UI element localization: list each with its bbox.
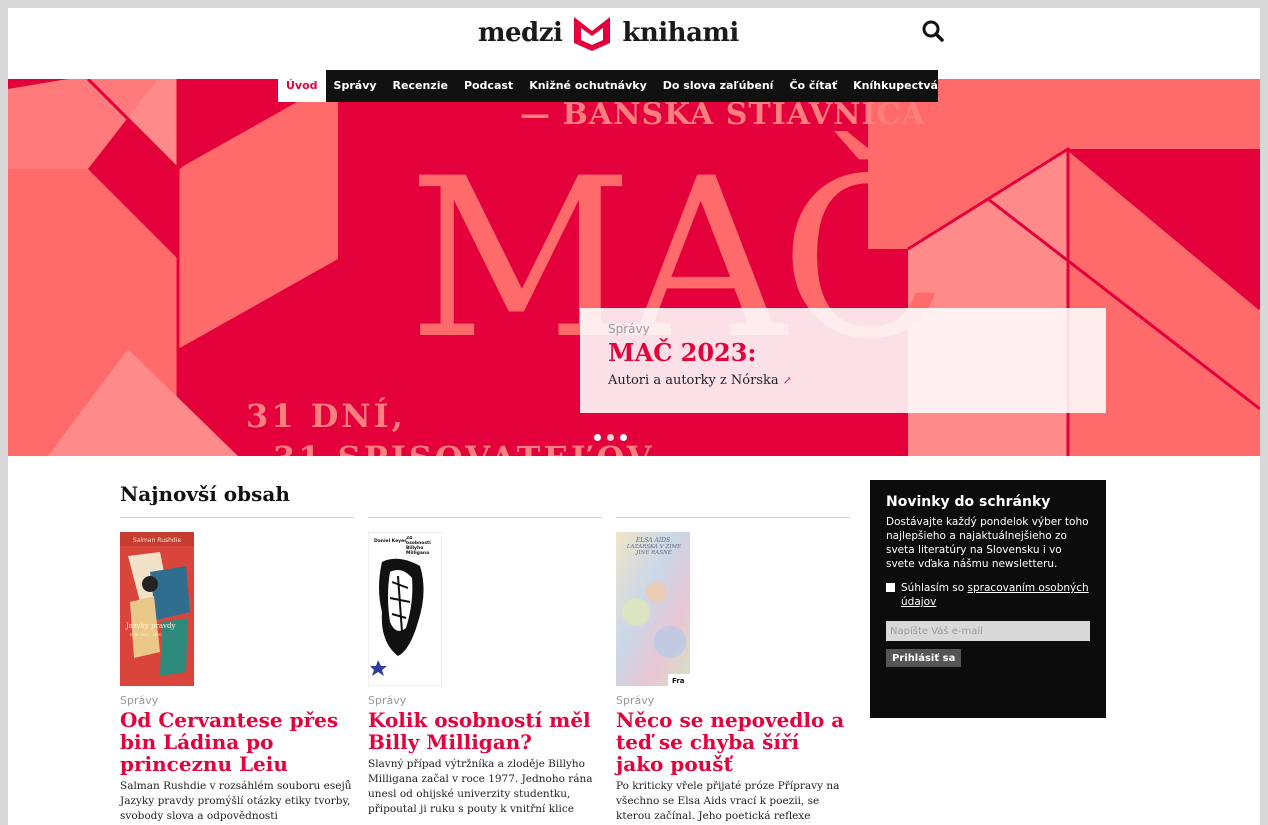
hero-card-link[interactable]: Autori a autorky z Nórska ↗ xyxy=(608,373,1078,388)
article-excerpt: Po kriticky vřele přijaté próze Přípravy… xyxy=(616,780,840,822)
carousel-dot-1[interactable] xyxy=(594,434,601,441)
cover-publisher: Fra xyxy=(672,677,685,685)
logo-word-right: knihami xyxy=(622,18,739,48)
article-title[interactable]: Kolik osobností měl Billy Milligan? xyxy=(368,709,602,753)
hero-carousel[interactable]: — BANSKÁ ŠTIAVNICA MAČ 31 DNÍ, 31 SPISOV… xyxy=(8,79,1260,456)
cover-author: ELSA AIDS xyxy=(635,537,670,544)
hero-card-title[interactable]: MAČ 2023: xyxy=(608,338,1078,367)
nav-item-spravy[interactable]: Správy xyxy=(326,70,385,102)
book-cover-image[interactable]: Daniel Keyes 24 osobností Billyho Millig… xyxy=(368,532,442,686)
hero-subtitle: — BANSKÁ ŠTIAVNICA xyxy=(520,97,926,132)
carousel-dot-3[interactable] xyxy=(620,434,627,441)
hero-card-subtitle: Autori a autorky z Nórska xyxy=(608,373,779,388)
nav-item-kníhkupectva[interactable]: Kníhkupectvá xyxy=(845,70,946,102)
article-card[interactable]: ELSA AIDS LAZARSKÁ V ZIMĚ JINÉ RASNÉ Fra… xyxy=(616,532,850,824)
cover-author: Salman Rushdie xyxy=(133,537,181,544)
hero-card-category[interactable]: Správy xyxy=(608,322,1078,336)
newsletter-box: Novinky do schránky Dostávajte každý pon… xyxy=(870,480,1106,718)
divider xyxy=(120,517,354,518)
book-cover-image[interactable]: Salman Rushdie Jazyky pravdy EJEJE 2003 … xyxy=(120,532,194,686)
logo-word-left: medzi xyxy=(478,18,563,48)
nav-item-knizne-ochutnavky[interactable]: Knižné ochutnávky xyxy=(521,70,655,102)
nav-item-recenzie[interactable]: Recenzie xyxy=(385,70,456,102)
cover-title: LAZARSKÁ V ZIMĚ JINÉ RASNÉ xyxy=(626,544,682,556)
cover-title: 24 osobností Billyho Milligana xyxy=(406,536,431,556)
article-title[interactable]: Něco se nepovedlo a teď se chyba šíří ja… xyxy=(616,709,850,775)
cover-author: Daniel Keyes xyxy=(374,538,407,544)
hero-featured-card[interactable]: Správy MAČ 2023: Autori a autorky z Nórs… xyxy=(580,308,1106,413)
newsletter-email-input[interactable] xyxy=(886,621,1090,641)
consent-checkbox[interactable] xyxy=(886,583,895,592)
site-logo[interactable]: medzi knihami xyxy=(478,10,739,56)
newsletter-title: Novinky do schránky xyxy=(886,494,1051,510)
book-cover-image[interactable]: ELSA AIDS LAZARSKÁ V ZIMĚ JINÉ RASNÉ Fra xyxy=(616,532,690,686)
carousel-dot-2[interactable] xyxy=(607,434,614,441)
carousel-dots xyxy=(594,434,627,441)
latest-section-title: Najnovší obsah xyxy=(120,482,290,506)
nav-item-podcast[interactable]: Podcast xyxy=(456,70,521,102)
article-category[interactable]: Správy xyxy=(368,694,602,707)
nav-item-co-citat[interactable]: Čo čítať xyxy=(781,70,845,102)
hero-bottom-line-1: 31 DNÍ, xyxy=(246,397,406,435)
consent-prefix: Súhlasím so xyxy=(901,582,965,594)
newsletter-subscribe-button[interactable]: Prihlásiť sa xyxy=(886,649,962,667)
article-card[interactable]: Daniel Keyes 24 osobností Billyho Millig… xyxy=(368,532,602,817)
article-excerpt: Salman Rushdie v rozsáhlém souboru esejů… xyxy=(120,780,352,822)
article-excerpt: Slavný případ výtržníka a zloděje Billyh… xyxy=(368,758,593,815)
divider xyxy=(368,517,602,518)
search-icon xyxy=(922,20,944,42)
divider xyxy=(616,517,850,518)
nav-item-uvod[interactable]: Úvod xyxy=(278,70,326,102)
article-title[interactable]: Od Cervantese přes bin Ládina po princez… xyxy=(120,709,354,775)
main-nav: Úvod Správy Recenzie Podcast Knižné ochu… xyxy=(278,70,938,102)
consent-label: Súhlasím so spracovaním osobných údajov xyxy=(901,581,1090,609)
external-arrow-icon: ↗ xyxy=(782,374,792,387)
article-category[interactable]: Správy xyxy=(616,694,850,707)
hero-bottom-line-2: 31 SPISOVATEĽOV xyxy=(273,439,655,456)
search-button[interactable] xyxy=(920,18,946,44)
nav-item-do-slova-zalubeni[interactable]: Do slova zaľúbení xyxy=(655,70,782,102)
newsletter-description: Dostávajte každý pondelok výber toho naj… xyxy=(886,516,1089,570)
article-card[interactable]: Salman Rushdie Jazyky pravdy EJEJE 2003 … xyxy=(120,532,354,824)
cover-title: Jazyky pravdy xyxy=(125,622,175,630)
cover-years: EJEJE 2003 – 2020 xyxy=(130,633,162,637)
logo-mark-icon xyxy=(574,17,611,51)
newsletter-consent: Súhlasím so spracovaním osobných údajov xyxy=(886,581,1090,609)
page: medzi knihami — BANSKÁ ŠTIAVNICA MAČ 31 … xyxy=(8,8,1260,825)
article-category[interactable]: Správy xyxy=(120,694,354,707)
